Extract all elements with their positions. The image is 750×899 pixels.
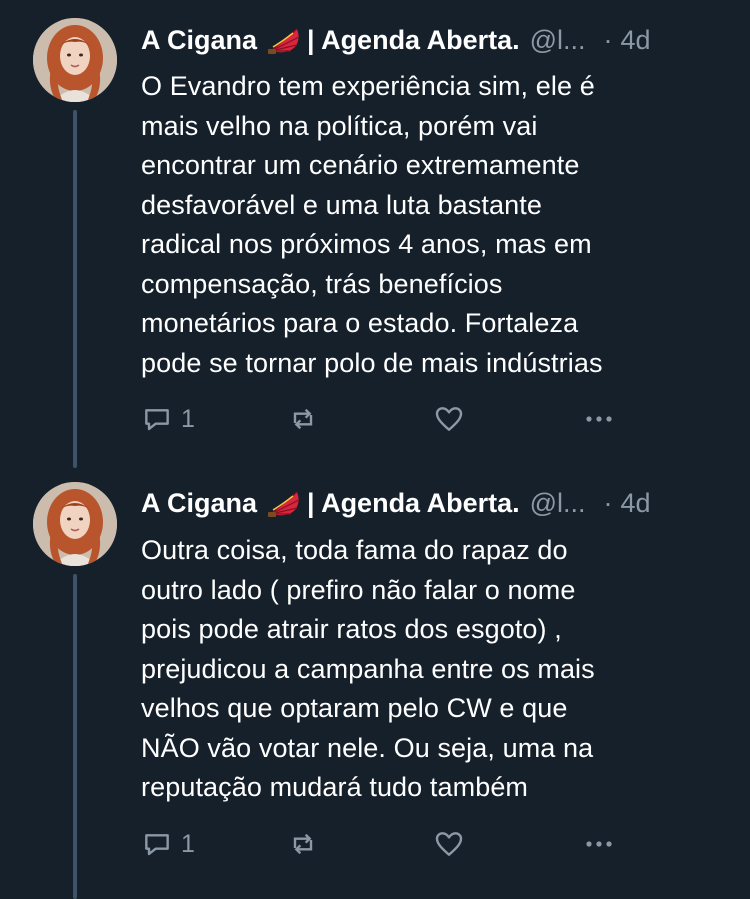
avatar[interactable] xyxy=(33,18,117,102)
like-button[interactable] xyxy=(433,826,465,862)
tweet-text: Outra coisa, toda fama do rapaz do outro… xyxy=(141,535,595,802)
reply-count: 1 xyxy=(181,829,195,858)
avatar-image xyxy=(33,18,117,102)
thread-line xyxy=(73,574,77,899)
reply-button[interactable]: 1 xyxy=(141,826,195,862)
reply-icon xyxy=(145,409,169,431)
tweet-header: A Cigana | Agenda Aberta. @l... · 4d xyxy=(141,20,722,60)
tweet-text: O Evandro tem experiência sim, ele é mai… xyxy=(141,71,603,378)
author-name[interactable]: A Cigana | Agenda Aberta. xyxy=(141,25,520,56)
action-bar: 1 xyxy=(141,401,621,437)
like-button[interactable] xyxy=(433,401,465,437)
tweet-1[interactable]: A Cigana | Agenda Aberta. @l... · 4d O E… xyxy=(0,0,750,468)
separator-dot: · xyxy=(603,487,613,518)
more-button[interactable] xyxy=(581,826,617,862)
timestamp[interactable]: 4d xyxy=(621,488,651,519)
avatar-image xyxy=(33,482,117,566)
retweet-button[interactable] xyxy=(287,401,319,437)
thread-line xyxy=(73,110,77,468)
author-handle[interactable]: @l... xyxy=(530,25,586,56)
more-icon xyxy=(586,416,612,422)
author-name-suffix[interactable]: | Agenda Aberta. xyxy=(307,25,520,56)
action-bar: 1 xyxy=(141,826,621,862)
tweet-2[interactable]: A Cigana | Agenda Aberta. @l... · 4d Out… xyxy=(0,462,750,899)
separator-dot: · xyxy=(603,24,613,55)
reply-icon xyxy=(145,834,169,856)
more-button[interactable] xyxy=(581,401,617,437)
timestamp[interactable]: 4d xyxy=(621,25,651,56)
author-name-text[interactable]: A Cigana xyxy=(141,488,257,519)
fan-emoji-icon xyxy=(268,28,300,54)
reply-count: 1 xyxy=(181,404,195,433)
author-name-text[interactable]: A Cigana xyxy=(141,25,257,56)
retweet-button[interactable] xyxy=(287,826,319,862)
reply-button[interactable]: 1 xyxy=(141,401,195,437)
tweet-header: A Cigana | Agenda Aberta. @l... · 4d xyxy=(141,483,722,523)
author-handle[interactable]: @l... xyxy=(530,488,586,519)
retweet-icon xyxy=(293,408,313,430)
like-icon xyxy=(435,832,463,856)
author-name-suffix[interactable]: | Agenda Aberta. xyxy=(307,488,520,519)
fan-emoji-icon xyxy=(268,491,300,517)
like-icon xyxy=(435,407,463,431)
retweet-icon xyxy=(293,833,313,855)
more-icon xyxy=(586,841,612,847)
author-name[interactable]: A Cigana | Agenda Aberta. xyxy=(141,488,520,519)
avatar[interactable] xyxy=(33,482,117,566)
